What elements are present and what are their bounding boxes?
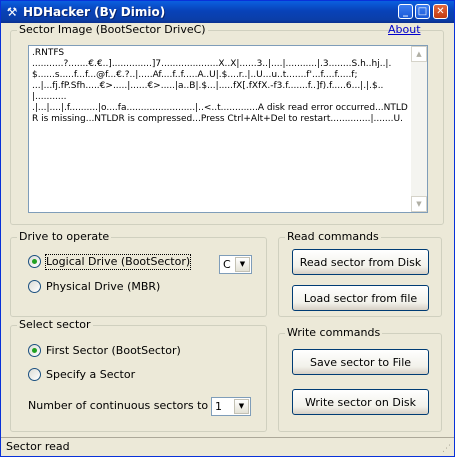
minimize-button[interactable]: _ bbox=[398, 4, 413, 19]
scroll-down-icon[interactable]: ▼ bbox=[411, 196, 427, 212]
save-sector-file-button[interactable]: Save sector to File bbox=[292, 349, 429, 375]
about-link[interactable]: About bbox=[388, 23, 421, 37]
sector-content[interactable]: .RNTFS ...........?.......€.€..]........… bbox=[32, 48, 412, 210]
sector-hex-view[interactable]: .RNTFS ...........?.......€.€..]........… bbox=[28, 45, 428, 213]
physical-drive-radio[interactable] bbox=[28, 280, 41, 293]
sector-count-label: Number of continuous sectors to read bbox=[28, 399, 237, 412]
load-sector-file-button[interactable]: Load sector from file bbox=[292, 285, 429, 311]
logical-drive-label[interactable]: Logical Drive (BootSector) bbox=[44, 254, 192, 270]
drive-letter-select[interactable]: C ▼ bbox=[219, 255, 252, 274]
window-title: HDHacker (By Dimio) bbox=[23, 5, 166, 19]
specify-sector-radio[interactable] bbox=[28, 368, 41, 381]
logical-drive-radio[interactable] bbox=[28, 255, 41, 268]
resize-grip-icon[interactable]: ⋰ bbox=[439, 443, 451, 455]
select-sector-label: Select sector bbox=[17, 318, 93, 332]
title-bar[interactable]: ⚒ HDHacker (By Dimio) _ □ ✕ bbox=[1, 1, 454, 23]
read-commands-label: Read commands bbox=[285, 230, 381, 244]
drive-group-label: Drive to operate bbox=[17, 230, 112, 244]
physical-drive-label[interactable]: Physical Drive (MBR) bbox=[46, 280, 160, 294]
status-text: Sector read bbox=[6, 440, 70, 453]
first-sector-radio[interactable] bbox=[28, 344, 41, 357]
hammer-icon: ⚒ bbox=[6, 5, 18, 19]
sector-image-label: Sector Image (BootSector DriveC) bbox=[17, 23, 208, 37]
status-bar: Sector read ⋰ bbox=[1, 437, 454, 457]
sector-count-select[interactable]: 1 ▼ bbox=[211, 397, 251, 416]
drive-letter-value: C bbox=[223, 258, 231, 271]
scroll-up-icon[interactable]: ▲ bbox=[411, 46, 427, 62]
chevron-down-icon[interactable]: ▼ bbox=[234, 399, 249, 414]
sector-count-value: 1 bbox=[215, 400, 222, 413]
main-window: ⚒ HDHacker (By Dimio) _ □ ✕ Sector Image… bbox=[0, 0, 455, 457]
write-commands-group: Write commands bbox=[278, 326, 442, 432]
write-sector-disk-button[interactable]: Write sector on Disk bbox=[292, 389, 429, 415]
drive-group: Drive to operate bbox=[10, 230, 267, 317]
close-button[interactable]: ✕ bbox=[433, 4, 448, 19]
read-sector-disk-button[interactable]: Read sector from Disk bbox=[292, 249, 429, 275]
maximize-button[interactable]: □ bbox=[415, 4, 430, 19]
write-commands-label: Write commands bbox=[285, 326, 383, 340]
first-sector-label[interactable]: First Sector (BootSector) bbox=[46, 344, 181, 358]
specify-sector-label[interactable]: Specify a Sector bbox=[46, 368, 135, 382]
vertical-scrollbar[interactable]: ▲ ▼ bbox=[411, 46, 427, 212]
chevron-down-icon[interactable]: ▼ bbox=[235, 257, 250, 272]
